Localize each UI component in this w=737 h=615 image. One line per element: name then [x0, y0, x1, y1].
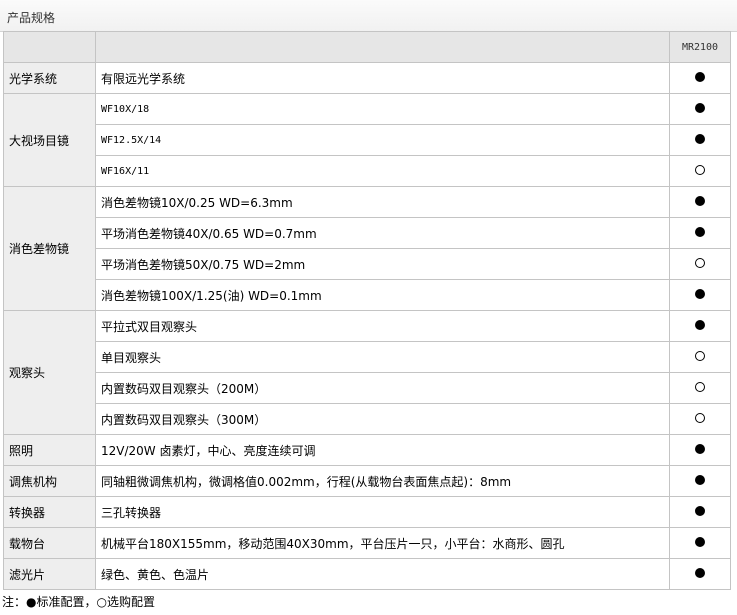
table-row: WF16X/11 — [4, 155, 731, 187]
header-category — [3, 31, 96, 63]
table-row: 调焦机构 同轴粗微调焦机构，微调格值0.002mm，行程(从载物台表面焦点起)：… — [3, 465, 731, 497]
section-header: 产品规格 — [0, 0, 737, 32]
spec-table: MR2100 光学系统 有限远光学系统 大视场目镜 WF10X/18 WF12.… — [3, 31, 731, 590]
item-cell: 平场消色差物镜50X/0.75 WD=2mm — [95, 248, 670, 280]
table-row: 单目观察头 — [4, 341, 731, 373]
config-mark — [669, 62, 731, 94]
standard-dot-icon — [695, 568, 705, 578]
item-cell: 消色差物镜100X/1.25(油) WD=0.1mm — [95, 279, 670, 311]
category-cell: 照明 — [3, 434, 96, 466]
config-mark — [669, 248, 731, 280]
table-row: 消色差物镜 消色差物镜10X/0.25 WD=6.3mm — [3, 186, 731, 311]
item-cell: 平拉式双目观察头 — [95, 310, 670, 342]
header-model: MR2100 — [669, 31, 731, 63]
category-cell: 大视场目镜 — [3, 93, 96, 187]
standard-dot-icon — [695, 320, 705, 330]
table-row: 内置数码双目观察头（300M） — [4, 403, 731, 435]
standard-dot-icon — [695, 289, 705, 299]
header-item — [95, 31, 670, 63]
optional-circle-icon — [695, 351, 705, 361]
item-cell: WF12.5X/14 — [95, 124, 670, 156]
item-cell: 内置数码双目观察头（300M） — [95, 403, 670, 435]
category-cell: 载物台 — [3, 527, 96, 559]
config-mark — [669, 93, 731, 125]
category-cell: 滤光片 — [3, 558, 96, 590]
standard-dot-icon — [695, 475, 705, 485]
category-cell: 转换器 — [3, 496, 96, 528]
category-cell: 光学系统 — [3, 62, 96, 94]
table-row: 载物台 机械平台180X155mm，移动范围40X30mm，平台压片一只，小平台… — [3, 527, 731, 559]
table-row: 照明 12V/20W 卤素灯，中心、亮度连续可调 — [3, 434, 731, 466]
standard-dot-icon — [695, 72, 705, 82]
config-mark — [669, 403, 731, 435]
item-cell: 有限远光学系统 — [95, 62, 670, 94]
item-cell: 12V/20W 卤素灯，中心、亮度连续可调 — [95, 434, 670, 466]
item-cell: 绿色、黄色、色温片 — [95, 558, 670, 590]
section-title: 产品规格 — [7, 11, 56, 25]
table-row: 大视场目镜 WF10X/18 — [3, 93, 731, 187]
optional-circle-icon — [695, 258, 705, 268]
config-mark — [669, 465, 731, 497]
optional-circle-icon — [695, 413, 705, 423]
table-row: 光学系统 有限远光学系统 — [3, 62, 731, 94]
item-cell: 机械平台180X155mm，移动范围40X30mm，平台压片一只，小平台：水商形… — [95, 527, 670, 559]
standard-dot-icon — [695, 506, 705, 516]
config-mark — [669, 186, 731, 218]
item-cell: 三孔转换器 — [95, 496, 670, 528]
config-mark — [669, 279, 731, 311]
category-cell: 消色差物镜 — [3, 186, 96, 311]
optional-circle-icon — [695, 165, 705, 175]
standard-dot-icon — [695, 537, 705, 547]
item-cell: 平场消色差物镜40X/0.65 WD=0.7mm — [95, 217, 670, 249]
category-cell: 观察头 — [3, 310, 96, 435]
table-row: 平场消色差物镜50X/0.75 WD=2mm — [4, 248, 731, 280]
config-mark — [669, 558, 731, 590]
config-mark — [669, 310, 731, 342]
standard-dot-icon — [695, 103, 705, 113]
item-cell: 内置数码双目观察头（200M） — [95, 372, 670, 404]
standard-dot-icon — [695, 444, 705, 454]
table-row: 滤光片 绿色、黄色、色温片 — [3, 558, 731, 590]
item-cell: 消色差物镜10X/0.25 WD=6.3mm — [95, 186, 670, 218]
config-mark — [669, 527, 731, 559]
config-mark — [669, 496, 731, 528]
table-row: WF12.5X/14 — [4, 124, 731, 156]
table-header-row: MR2100 — [3, 31, 731, 63]
config-mark — [669, 341, 731, 373]
table-row: 消色差物镜100X/1.25(油) WD=0.1mm — [4, 279, 731, 311]
category-cell: 调焦机构 — [3, 465, 96, 497]
table-row: 内置数码双目观察头（200M） — [4, 372, 731, 404]
item-cell: WF10X/18 — [95, 93, 670, 125]
table-row: 观察头 平拉式双目观察头 — [3, 310, 731, 435]
config-mark — [669, 434, 731, 466]
legend-note: 注：●标准配置，○选购配置 — [2, 595, 155, 609]
config-mark — [669, 155, 731, 187]
optional-circle-icon — [695, 382, 705, 392]
table-row: 转换器 三孔转换器 — [3, 496, 731, 528]
config-mark — [669, 372, 731, 404]
config-mark — [669, 217, 731, 249]
item-cell: WF16X/11 — [95, 155, 670, 187]
standard-dot-icon — [695, 227, 705, 237]
item-cell: 同轴粗微调焦机构，微调格值0.002mm，行程(从载物台表面焦点起)：8mm — [95, 465, 670, 497]
table-row: 平场消色差物镜40X/0.65 WD=0.7mm — [4, 217, 731, 249]
config-mark — [669, 124, 731, 156]
standard-dot-icon — [695, 134, 705, 144]
item-cell: 单目观察头 — [95, 341, 670, 373]
standard-dot-icon — [695, 196, 705, 206]
